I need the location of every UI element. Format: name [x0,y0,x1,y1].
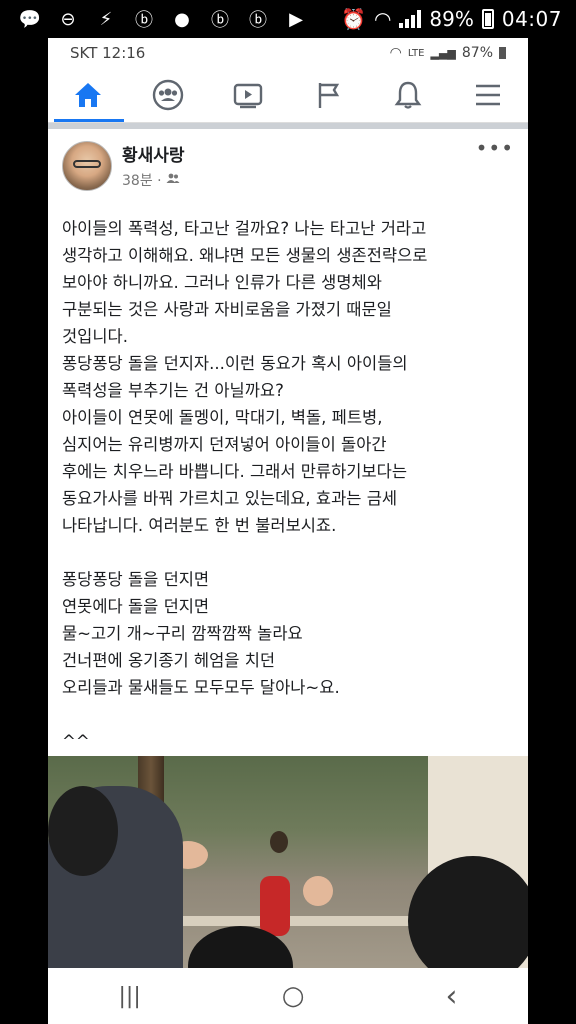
friends-icon [166,172,180,188]
post-text: 아이들의 폭력성, 타고난 걸까요? 나는 타고난 거라고 생각하고 이해해요.… [48,199,528,755]
bird [270,831,288,853]
watch-icon[interactable] [218,73,278,117]
home-button[interactable]: ○ [282,981,305,1011]
back-button[interactable]: ‹ [445,979,457,1014]
facebook-screen: SKT 12:16 ◠ LTE ▂▄▆ 87% 황새사랑 38분 · ••• 아… [48,38,528,968]
signal-icon: ▂▄▆ [430,46,456,60]
battery-icon [481,9,494,29]
pages-flag-icon[interactable] [298,73,358,117]
post-meta: 38분 · [122,170,185,190]
child-arm [260,876,290,936]
signal-icon [399,10,422,28]
facebook-tab-bar [48,68,528,123]
paragraph: 퐁당퐁당 돌을 던지자...이런 동요가 혹시 아이들의 폭력성을 부추기는 건… [62,354,408,400]
battery-percent: 87% [461,45,493,61]
recents-button[interactable]: ||| [119,984,141,1009]
carrier-time: SKT 12:16 [70,44,146,62]
menu-icon[interactable] [458,73,518,117]
do-not-disturb-icon: ⊖ [60,8,76,30]
b-app-icon: ⓑ [211,10,229,31]
post-time[interactable]: 38분 · [122,170,162,190]
author-name[interactable]: 황새사랑 [122,141,185,166]
post-photo[interactable] [48,756,528,968]
messenger-icon: ● [174,8,190,30]
wifi-icon: ◠ [389,45,402,61]
wifi-icon: ◠ [373,7,392,31]
post-ending: ^^ [62,732,90,751]
avatar[interactable] [62,141,112,191]
post: 황새사랑 38분 · ••• 아이들의 폭력성, 타고난 걸까요? 나는 타고난… [48,129,528,755]
vpn-icon: ⚡ [99,8,113,30]
more-options-button[interactable]: ••• [476,138,514,158]
child-head [48,786,118,876]
inner-status-bar: SKT 12:16 ◠ LTE ▂▄▆ 87% [48,38,528,68]
network-type: LTE [407,47,425,59]
outer-status-bar: 💬 ⊖ ⚡ ⓑ ● ⓑ ⓑ ▶ ⏰ ◠ 89% 04:07 [0,0,576,38]
author-block: 황새사랑 38분 · [122,141,185,190]
child-head [408,856,528,968]
b-app-icon: ⓑ [135,10,153,31]
paragraph: 아이들이 연못에 돌멩이, 막대기, 벽돌, 페트병, 심지어는 유리병까지 던… [62,408,408,535]
chat-bubble-icon: 💬 [18,8,42,30]
post-header: 황새사랑 38분 · ••• [48,129,528,199]
home-icon[interactable] [58,73,118,117]
hand [303,876,333,906]
groups-icon[interactable] [138,73,198,117]
clock: 04:07 [501,7,562,31]
battery-icon [499,47,506,59]
song-lyrics: 퐁당퐁당 돌을 던지면 연못에다 돌을 던지면 물~고기 개~구리 깜짝깜짝 놀… [62,570,340,697]
paragraph: 아이들의 폭력성, 타고난 걸까요? 나는 타고난 거라고 생각하고 이해해요.… [62,219,428,346]
android-nav-bar: ||| ○ ‹ [48,968,528,1024]
battery-percent: 89% [429,7,474,31]
notifications-bell-icon[interactable] [378,73,438,117]
b-app-icon: ⓑ [249,10,267,31]
active-tab-indicator [54,119,124,122]
youtube-icon: ▶ [289,8,303,30]
alarm-icon: ⏰ [341,7,366,31]
